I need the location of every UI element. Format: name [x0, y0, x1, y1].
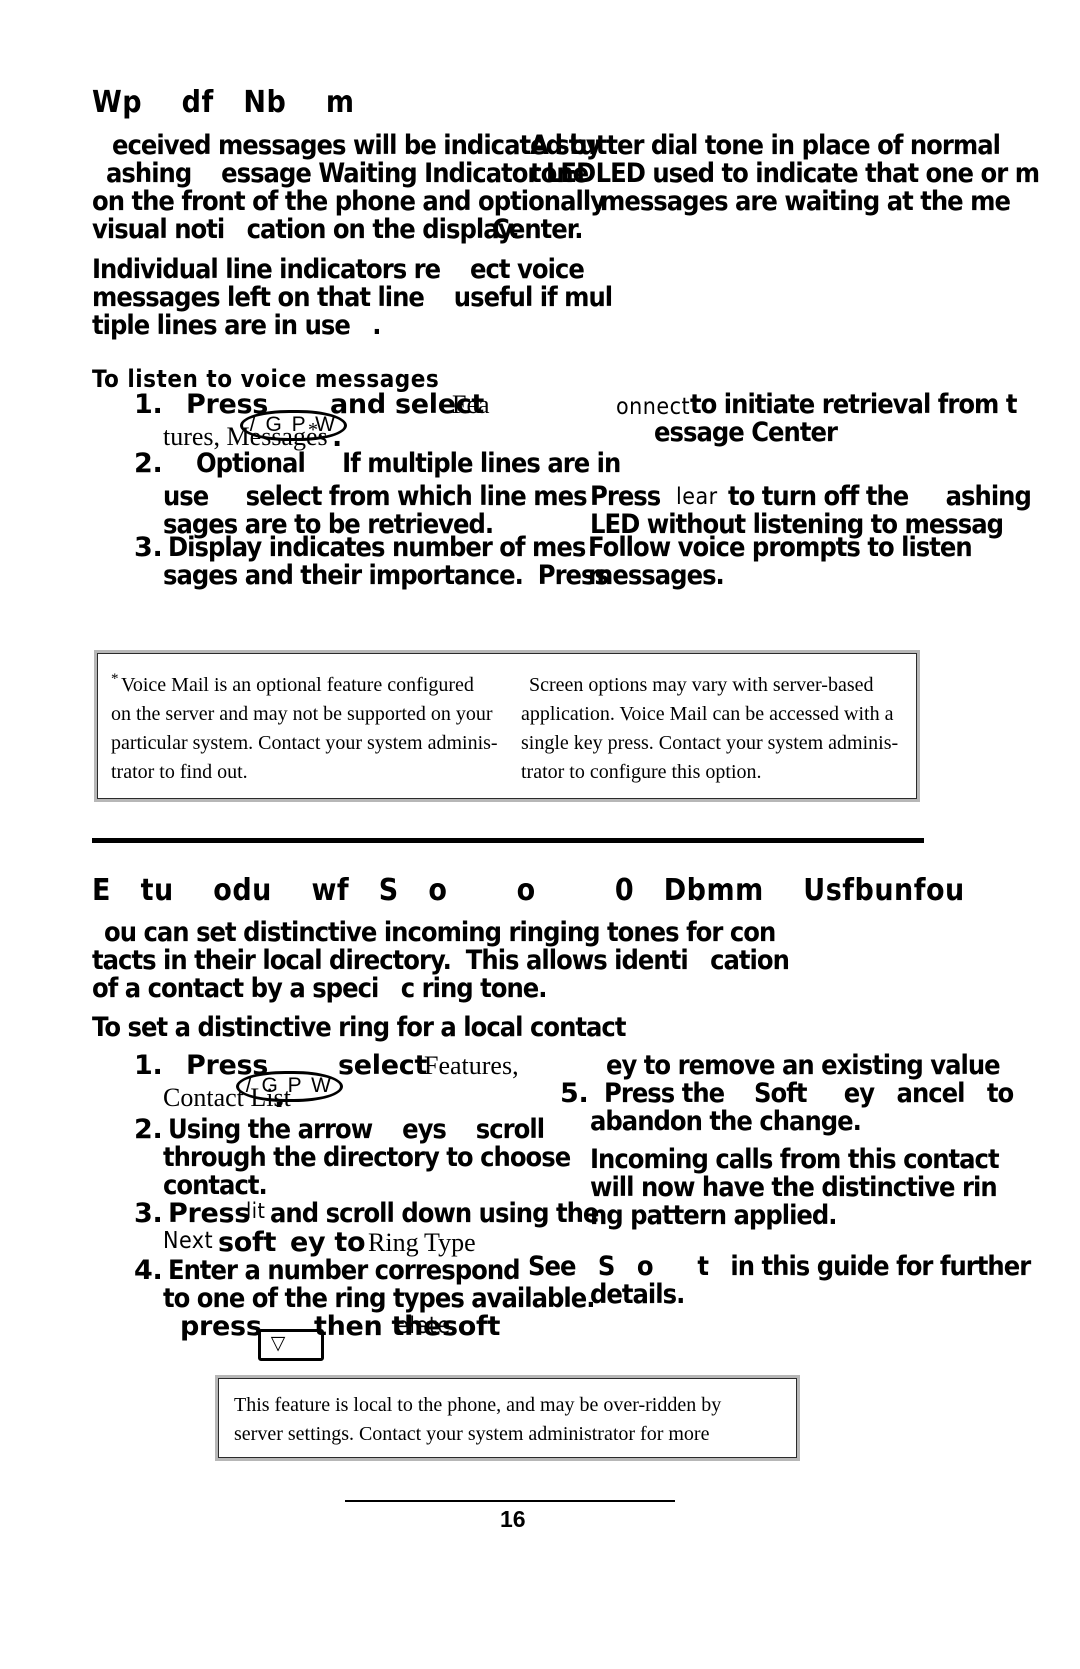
voicemail-step-1-number: 1.: [134, 389, 163, 420]
distinctive-ring-note-line-1: This feature is local to the phone, and …: [234, 1394, 722, 1416]
voicemail-press-label: Press: [590, 481, 661, 512]
ring-step-3-after-key: and scroll down using the: [270, 1198, 599, 1229]
voicemail-para2-line-3: tiple lines are in use .: [92, 310, 381, 341]
page-number: 16: [500, 1506, 526, 1532]
ring-step-2-line-3: contact.: [163, 1170, 268, 1201]
voicemail-para2-line-2: messages left on that line useful if mul: [92, 282, 613, 313]
document-page: Wp df Nb m eceived messages will be indi…: [0, 0, 1080, 1669]
voicemail-step-2-line-2: use select from which line mes: [163, 481, 588, 512]
voicemail-follow-line-2: messages.: [588, 560, 725, 591]
ring-step-5-number: 5.: [560, 1078, 589, 1109]
next-soft-key-label: Next: [163, 1228, 214, 1254]
voicemail-right-line-1: A stutter dial tone in place of normal: [530, 130, 1001, 161]
distinctive-ring-note-box: This feature is local to the phone, and …: [215, 1375, 800, 1461]
ring-step-3-press-label: Press: [168, 1198, 251, 1229]
distinctive-ring-intro-line-1: ou can set distinctive incoming ringing …: [104, 917, 776, 948]
voicemail-note-right-line-1: Screen options may vary with server-base…: [529, 674, 874, 696]
footer-rule: [345, 1500, 675, 1502]
ring-right-see-line-1: See S o t in this guide for further: [528, 1251, 1031, 1282]
voicemail-note-left-line-2: on the server and may not be supported o…: [111, 703, 493, 725]
voicemail-para2-line-1: Individual line indicators re ect voice: [92, 254, 585, 285]
voicemail-heading: Wp df Nb m: [92, 85, 355, 120]
ring-right-incoming-line-1: Incoming calls from this contact: [590, 1144, 1000, 1175]
voicemail-right-line-4: Center.: [492, 214, 584, 245]
ring-step-2-line-2: through the directory to choose: [163, 1142, 571, 1173]
voicemail-note-box: * Voice Mail is an optional feature conf…: [94, 650, 920, 802]
ring-step-3-soft: soft: [218, 1227, 277, 1258]
voicemail-note-left-line-4: trator to find out.: [111, 761, 248, 783]
ring-right-incoming-line-3: ng pattern applied.: [590, 1200, 838, 1231]
voicemail-step-1-wrap-marks: *,: [308, 419, 323, 441]
voicemail-connect-tail: to initiate retrieval from t: [690, 389, 1017, 420]
distinctive-ring-intro-line-3: of a contact by a speci c ring tone.: [92, 973, 548, 1004]
voicemail-step-3-number: 3.: [134, 532, 163, 563]
distinctive-ring-intro-line-2: tacts in their local directory. This all…: [92, 945, 790, 976]
voicemail-note-left-line-1: Voice Mail is an optional feature config…: [121, 674, 474, 696]
voicemail-intro-line-2: ashing essage Waiting Indicator LED: [106, 158, 596, 189]
voicemail-intro-line-3: on the front of the phone and optionally: [92, 186, 606, 217]
ring-step-4-line-2: to one of the ring types available.: [163, 1283, 595, 1314]
distinctive-ring-note-line-2: server settings. Contact your system adm…: [234, 1423, 710, 1445]
ring-step-3-key-to: ey to: [290, 1227, 366, 1258]
ring-step-1-after-key: select: [338, 1050, 428, 1081]
voicemail-note-left-line-3: particular system. Contact your system a…: [111, 732, 498, 754]
ring-right-remove-value: ey to remove an existing value: [606, 1050, 1001, 1081]
ring-step-2-line-1: Using the arrow eys scroll: [168, 1114, 545, 1145]
ring-step-5-line-2: abandon the change.: [590, 1106, 862, 1137]
voicemail-intro-line-1: eceived messages will be indicated by: [112, 130, 602, 161]
voicemail-right-line-3: messages are waiting at the me: [600, 186, 1011, 217]
voicemail-intro-line-4: visual noti cation on the display.: [92, 214, 520, 245]
voicemail-note-right-line-3: single key press. Contact your system ad…: [521, 732, 899, 754]
voicemail-step-1-wrap-period: .: [332, 422, 342, 453]
ring-step-4-soft: soft: [442, 1311, 501, 1342]
ring-step-1-wrap: Contact List: [163, 1083, 291, 1112]
edit-key-label: lit: [246, 1199, 266, 1223]
ring-step-1-serif-tail: Features,: [424, 1051, 519, 1080]
ring-step-4-number: 4.: [134, 1255, 163, 1286]
ring-step-3-type-serif: Type: [424, 1228, 476, 1257]
voicemail-step-1-serif-tail: Fea: [452, 390, 490, 419]
down-arrow-key-cap[interactable]: ▽: [240, 1313, 324, 1377]
voicemail-right-line-2: tone LED used to indicate that one or m: [530, 158, 1040, 189]
voicemail-subheading: To listen to voice messages: [92, 365, 440, 393]
section-divider-rule: [92, 838, 924, 843]
clear-key-label: lear: [676, 484, 718, 510]
voicemail-clear-tail: to turn off the ashing: [728, 481, 1032, 512]
distinctive-ring-subheading: To set a distinctive ring for a local co…: [92, 1012, 626, 1043]
ring-right-see-line-2: details.: [590, 1279, 685, 1310]
voicemail-follow-line-1: Follow voice prompts to listen: [588, 532, 973, 563]
ring-step-3-number: 3.: [134, 1198, 163, 1229]
voicemail-step-2-line-1: Optional If multiple lines are in: [196, 448, 621, 479]
voicemail-step-3-line-2: sages and their importance. Press: [163, 560, 609, 591]
voicemail-step-2-number: 2.: [134, 448, 163, 479]
ring-step-5-line-1: Press the Soft ey ancel to: [604, 1078, 1014, 1109]
voicemail-note-right-line-4: trator to configure this option.: [521, 761, 762, 783]
voicemail-note-left-marker: *: [111, 671, 119, 687]
distinctive-ring-heading: E tu odu wf S o o 0 Dbmm Usfbunfou: [92, 873, 965, 908]
ring-step-4-line-1: Enter a number correspond: [168, 1255, 521, 1286]
ring-right-incoming-line-2: will now have the distinctive rin: [590, 1172, 998, 1203]
voicemail-note-right-line-2: application. Voice Mail can be accessed …: [521, 703, 894, 725]
ring-step-1-wrap-period: .: [274, 1083, 284, 1114]
voicemail-step-1-wrap: tures, Messages: [163, 422, 328, 451]
ring-step-2-number: 2.: [134, 1114, 163, 1145]
voicemail-connect-key-label: onnect: [616, 394, 691, 420]
voicemail-connect-line-2: essage Center: [654, 417, 838, 448]
ring-step-3-ring-serif: Ring: [368, 1228, 419, 1257]
ring-step-1-number: 1.: [134, 1050, 163, 1081]
voicemail-step-3-line-1: Display indicates number of mes: [168, 532, 586, 563]
